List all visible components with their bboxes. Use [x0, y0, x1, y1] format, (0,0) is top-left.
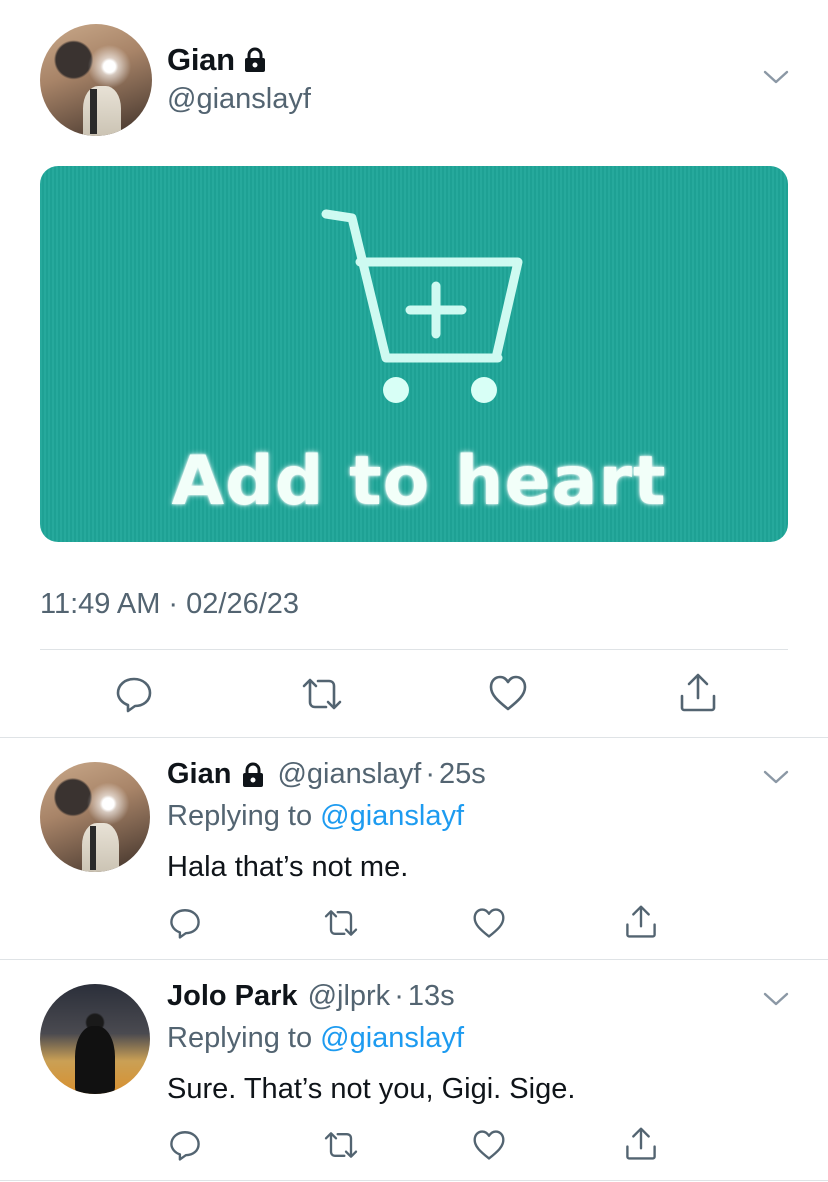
- retweet-icon[interactable]: [322, 908, 360, 938]
- divider: [40, 649, 788, 650]
- reply-icon[interactable]: [168, 906, 202, 940]
- share-icon[interactable]: [624, 904, 658, 940]
- media-caption: Add to heart: [171, 442, 667, 521]
- reply-icon[interactable]: [114, 674, 154, 714]
- replying-to: Replying to @gianslayf: [167, 1022, 464, 1055]
- share-icon[interactable]: [624, 1126, 658, 1162]
- reply-header: Gian @gianslayf · 25s: [167, 758, 486, 791]
- author-name-text: Gian: [167, 42, 235, 77]
- author-handle[interactable]: @gianslayf: [167, 83, 311, 116]
- reply-text: Sure. That’s not you, Gigi. Sige.: [167, 1073, 576, 1105]
- meta-separator: ·: [425, 758, 436, 790]
- reply-time[interactable]: 25s: [439, 758, 486, 791]
- reply-author-handle[interactable]: @gianslayf: [277, 758, 421, 791]
- tweet-media[interactable]: Add to heart: [40, 166, 788, 542]
- reply-text: Hala that’s not me.: [167, 851, 409, 883]
- replying-to-label: Replying to: [167, 1022, 321, 1054]
- reply-author-name[interactable]: Gian: [167, 758, 231, 791]
- tweet-header: Gian @gianslayf: [40, 24, 792, 136]
- divider: [0, 1180, 828, 1181]
- replying-to-link[interactable]: @gianslayf: [320, 1022, 464, 1054]
- chevron-down-icon[interactable]: [762, 990, 790, 1008]
- lock-icon: [243, 762, 264, 787]
- retweet-icon[interactable]: [322, 1130, 360, 1160]
- cart-plus-icon: [321, 209, 523, 403]
- meta-separator: ·: [394, 980, 404, 1012]
- avatar[interactable]: [40, 24, 152, 136]
- tweet-thread: Gian @gianslayf Add to heart 11:49 AM · …: [0, 0, 828, 1182]
- avatar[interactable]: [40, 762, 150, 872]
- replying-to-label: Replying to: [167, 800, 321, 832]
- reply-tweet[interactable]: Gian @gianslayf · 25s Replying to @gians…: [0, 738, 828, 960]
- share-icon[interactable]: [678, 672, 718, 714]
- reply-tweet[interactable]: Jolo Park @jlprk · 13s Replying to @gian…: [0, 960, 828, 1182]
- tweet-timestamp[interactable]: 11:49 AM · 02/26/23: [40, 588, 299, 621]
- replying-to-link[interactable]: @gianslayf: [320, 800, 464, 832]
- reply-author-name[interactable]: Jolo Park: [167, 980, 298, 1013]
- like-icon[interactable]: [472, 1129, 506, 1161]
- chevron-down-icon[interactable]: [762, 768, 790, 786]
- lock-icon: [244, 47, 265, 72]
- avatar[interactable]: [40, 984, 150, 1094]
- reply-time[interactable]: 13s: [408, 980, 455, 1013]
- reply-icon[interactable]: [168, 1128, 202, 1162]
- reply-header: Jolo Park @jlprk · 13s: [167, 980, 455, 1013]
- chevron-down-icon[interactable]: [762, 68, 790, 86]
- reply-author-handle[interactable]: @jlprk: [308, 980, 391, 1013]
- like-icon[interactable]: [472, 907, 506, 939]
- retweet-icon[interactable]: [300, 676, 344, 712]
- replying-to: Replying to @gianslayf: [167, 800, 464, 833]
- author-name[interactable]: Gian: [167, 42, 267, 78]
- like-icon[interactable]: [488, 674, 528, 712]
